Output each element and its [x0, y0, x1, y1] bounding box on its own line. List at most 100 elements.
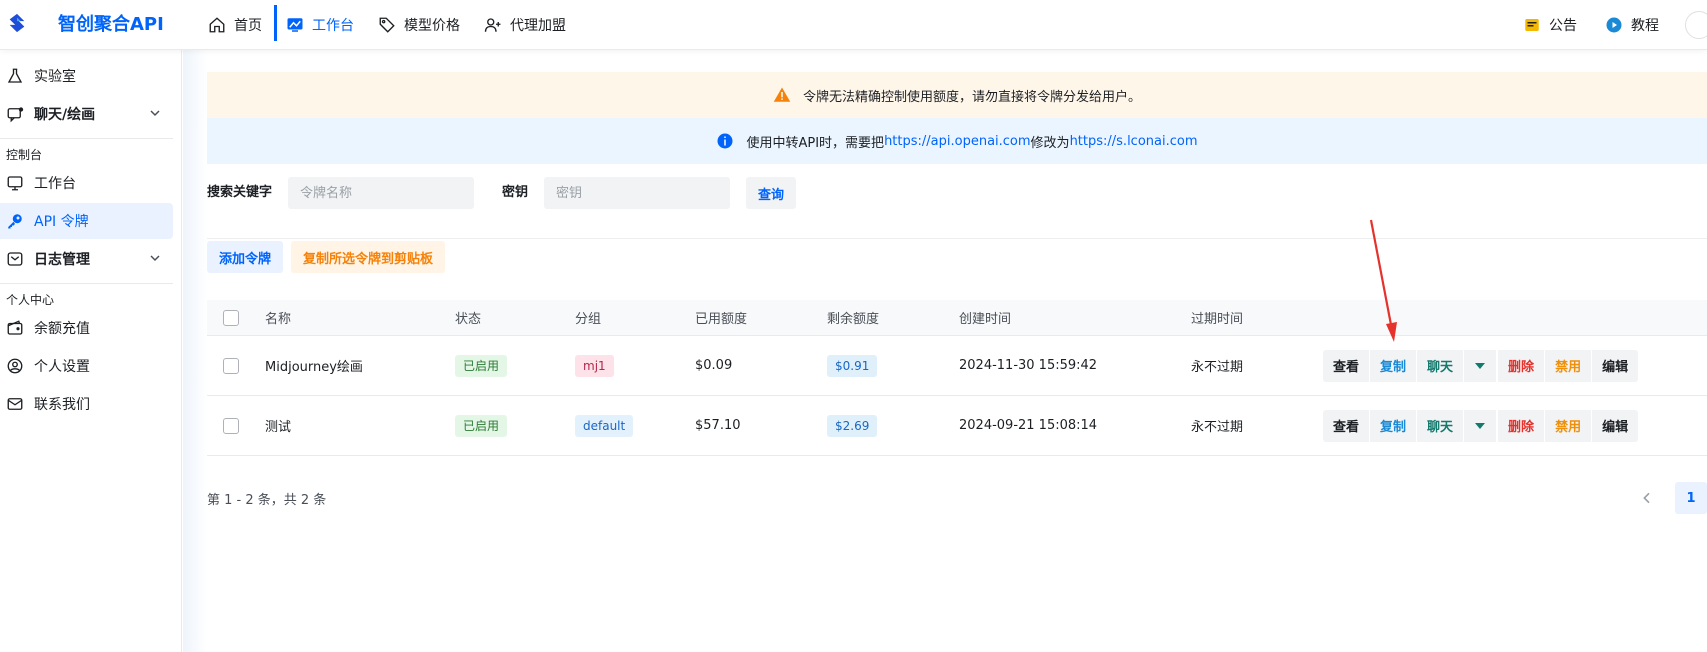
sidebar: 实验室 聊天/绘画 控制台 工作台 API 令牌 日志管理 个人中心 余额充值 … — [0, 50, 182, 652]
keyword-label: 搜索关键字 — [207, 185, 273, 200]
disable-button[interactable]: 禁用 — [1545, 349, 1592, 382]
monitor-icon — [7, 176, 23, 191]
log-icon — [7, 252, 23, 266]
action-bar: 添加令牌 复制所选令牌到剪贴板 — [207, 241, 446, 273]
remain-badge: $0.91 — [827, 354, 878, 377]
expire-time: 永不过期 — [1191, 420, 1244, 435]
sidebar-item-label: 联系我们 — [34, 397, 90, 413]
warning-text: 令牌无法精确控制使用额度，请勿直接将令牌分发给用户。 — [802, 89, 1141, 105]
sidebar-item-logs[interactable]: 日志管理 — [0, 241, 173, 277]
brand-name: 智创聚合API — [58, 14, 164, 35]
warning-icon — [773, 87, 791, 102]
nav-right: 公告 教程 — [1513, 0, 1707, 50]
edit-button[interactable]: 编辑 — [1592, 409, 1639, 442]
nav-model-price-label: 模型价格 — [404, 18, 460, 34]
nav-workbench[interactable]: 工作台 — [274, 5, 366, 45]
prev-page-button[interactable] — [1631, 482, 1663, 514]
created-time: 2024-11-30 15:59:42 — [959, 358, 1098, 373]
main-nav: 首页 工作台 模型价格 代理加盟 — [196, 0, 578, 50]
key-icon — [8, 214, 22, 229]
sidebar-item-label: 聊天/绘画 — [34, 107, 96, 123]
copy-button[interactable]: 复制 — [1370, 409, 1417, 442]
chat-button[interactable]: 聊天 — [1417, 409, 1464, 442]
row-checkbox[interactable] — [223, 417, 239, 434]
sidebar-item-chat-draw[interactable]: 聊天/绘画 — [0, 96, 173, 132]
query-button[interactable]: 查询 — [746, 177, 797, 209]
sidebar-item-label: 工作台 — [34, 176, 76, 192]
sidebar-item-label: 余额充值 — [34, 321, 90, 337]
play-icon — [1606, 17, 1622, 33]
chat-icon — [7, 107, 24, 123]
token-table: 名称 状态 分组 已用额度 剩余额度 创建时间 过期时间 Midjourney绘… — [207, 300, 1707, 456]
caret-down-icon — [1475, 422, 1486, 429]
brand[interactable]: 智创聚合API — [6, 10, 164, 36]
remain-badge: $2.69 — [827, 414, 878, 437]
pagination: 1 — [1631, 482, 1707, 514]
search-form: 搜索关键字 密钥 查询 — [207, 177, 1707, 239]
status-badge: 已启用 — [455, 414, 508, 437]
sidebar-divider — [0, 283, 173, 284]
select-all-checkbox[interactable] — [223, 309, 239, 326]
used-quota: $57.10 — [695, 418, 741, 433]
annotation-arrow-icon — [1369, 219, 1397, 342]
chevron-down-icon — [150, 110, 160, 117]
info-icon — [717, 133, 733, 149]
sidebar-divider — [0, 138, 173, 139]
copy-button[interactable]: 复制 — [1370, 349, 1417, 382]
info-text-middle: 修改为 — [1030, 135, 1070, 151]
edit-button[interactable]: 编辑 — [1592, 349, 1639, 382]
delete-button[interactable]: 删除 — [1498, 349, 1545, 382]
delete-button[interactable]: 删除 — [1498, 409, 1545, 442]
nav-announcement[interactable]: 公告 — [1513, 5, 1595, 45]
chat-button[interactable]: 聊天 — [1417, 349, 1464, 382]
nav-agent[interactable]: 代理加盟 — [472, 5, 578, 45]
user-icon — [7, 358, 23, 374]
nav-announcement-label: 公告 — [1549, 18, 1577, 34]
disable-button[interactable]: 禁用 — [1545, 409, 1592, 442]
header-name: 名称 — [265, 312, 292, 327]
sidebar-item-lab[interactable]: 实验室 — [0, 58, 173, 94]
sidebar-item-label: 实验室 — [34, 69, 76, 85]
main-content: 令牌无法精确控制使用额度，请勿直接将令牌分发给用户。 使用中转API时，需要把 h… — [183, 50, 1707, 652]
wallet-icon — [7, 320, 23, 335]
info-link-openai[interactable]: https://api.openai.com — [884, 134, 1030, 149]
sidebar-item-api-token[interactable]: API 令牌 — [0, 203, 173, 239]
chat-dropdown-button[interactable] — [1464, 409, 1497, 442]
theme-toggle[interactable] — [1685, 11, 1707, 39]
token-name-input[interactable] — [288, 177, 475, 209]
nav-home[interactable]: 首页 — [196, 5, 274, 45]
view-button[interactable]: 查看 — [1323, 349, 1370, 382]
key-input[interactable] — [544, 177, 731, 209]
announcement-icon — [1525, 19, 1539, 31]
sidebar-item-workbench[interactable]: 工作台 — [0, 165, 173, 201]
nav-model-price[interactable]: 模型价格 — [366, 5, 472, 45]
mail-icon — [7, 398, 23, 410]
add-token-button[interactable]: 添加令牌 — [207, 241, 284, 273]
chat-dropdown-button[interactable] — [1464, 349, 1497, 382]
table-footer: 第 1 - 2 条，共 2 条 1 — [207, 482, 1707, 514]
sidebar-group-personal: 个人中心 — [6, 293, 55, 307]
price-tag-icon — [379, 17, 395, 33]
sidebar-group-console: 控制台 — [6, 148, 43, 162]
view-button[interactable]: 查看 — [1323, 409, 1370, 442]
copy-selected-button[interactable]: 复制所选令牌到剪贴板 — [291, 241, 446, 273]
sidebar-item-label: API 令牌 — [34, 214, 89, 230]
top-navbar: 智创聚合API 首页 工作台 模型价格 代理加盟 公告 教程 — [0, 0, 1707, 50]
table-header: 名称 状态 分组 已用额度 剩余额度 创建时间 过期时间 — [207, 300, 1707, 336]
sidebar-item-label: 日志管理 — [34, 252, 90, 268]
sidebar-item-settings[interactable]: 个人设置 — [0, 348, 173, 384]
info-text-prefix: 使用中转API时，需要把 — [746, 135, 885, 151]
flask-icon — [7, 68, 23, 83]
sidebar-item-contact[interactable]: 联系我们 — [0, 386, 173, 422]
sidebar-item-recharge[interactable]: 余额充值 — [0, 310, 173, 346]
header-status: 状态 — [455, 312, 482, 327]
group-badge: default — [575, 414, 634, 437]
row-checkbox[interactable] — [223, 357, 239, 374]
created-time: 2024-09-21 15:08:14 — [959, 418, 1098, 433]
page-button[interactable]: 1 — [1675, 482, 1707, 514]
header-remain: 剩余额度 — [827, 312, 880, 327]
row-actions: 查看 复制 聊天 删除 禁用 编辑 — [1323, 349, 1639, 382]
info-link-proxy[interactable]: https://s.lconai.com — [1070, 134, 1198, 149]
token-name: 测试 — [265, 420, 292, 435]
nav-tutorial[interactable]: 教程 — [1595, 5, 1677, 45]
